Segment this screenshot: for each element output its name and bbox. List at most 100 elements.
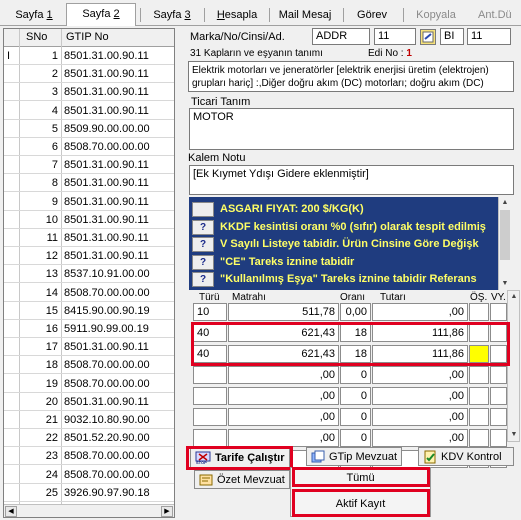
tariff-cell-tutari[interactable]: ,00 <box>372 387 468 405</box>
table-row[interactable]: 4 8501.31.00.90.11 <box>4 103 174 120</box>
table-row[interactable]: 15 8415.90.00.90.19 <box>4 303 174 320</box>
info-button[interactable]: ? <box>192 237 214 253</box>
marka-no-field[interactable]: 11 <box>374 28 416 45</box>
table-row[interactable]: 12 8501.31.00.90.11 <box>4 248 174 266</box>
tariff-cell-vy[interactable] <box>490 387 507 405</box>
tariff-cell-os[interactable] <box>469 408 489 426</box>
kalem-field[interactable]: [Ek Kıymet Ydışı Gidere eklenmiştir] <box>189 165 514 195</box>
tariff-cell-orani[interactable]: 0 <box>340 429 371 447</box>
table-row[interactable]: 21 9032.10.80.90.00 <box>4 412 174 429</box>
scroll-up-icon[interactable]: ▲ <box>499 197 511 209</box>
tariff-cell-turu[interactable] <box>193 366 227 384</box>
tariff-cell-matrahi[interactable]: 511,78 <box>228 303 339 321</box>
tariff-cell-turu[interactable] <box>193 408 227 426</box>
tariff-cell-vy[interactable] <box>490 303 507 321</box>
ozet-mevzuat-button[interactable]: Özet Mevzuat <box>194 470 290 489</box>
tab-hesapla[interactable]: Hesapla <box>212 6 262 24</box>
scroll-thumb[interactable] <box>500 210 510 260</box>
row-sno: 9 <box>51 195 58 208</box>
tariff-cell-tutari[interactable]: ,00 <box>372 429 468 447</box>
adet-field[interactable]: 11 <box>467 28 511 45</box>
info-button[interactable]: ? <box>192 219 214 235</box>
table-row[interactable]: I 1 8501.31.00.90.11 <box>4 48 174 65</box>
table-row[interactable]: 11 8501.31.00.90.11 <box>4 230 174 247</box>
tab-gorev[interactable]: Görev <box>352 6 392 24</box>
grid-col-sno[interactable]: SNo <box>26 31 47 43</box>
tariff-cell-orani[interactable]: 0 <box>340 387 371 405</box>
table-row[interactable]: 2 8501.31.00.90.11 <box>4 66 174 84</box>
table-row[interactable]: 16 5911.90.99.00.19 <box>4 321 174 338</box>
table-row[interactable]: 9 8501.31.00.90.11 <box>4 194 174 211</box>
table-row[interactable]: 25 3926.90.97.90.18 <box>4 485 174 502</box>
row-gtip: 8501.31.00.90.11 <box>64 159 149 172</box>
marka-field[interactable]: ADDR <box>312 28 370 45</box>
kap-text[interactable]: Elektrik motorları ve jeneratörler [elek… <box>188 61 514 92</box>
tariff-cell-turu[interactable] <box>193 387 227 405</box>
table-row[interactable]: 6 8508.70.00.00.00 <box>4 139 174 156</box>
warnings-scrollbar[interactable]: ▲ ▼ <box>498 197 511 290</box>
tab-sayfa-3[interactable]: Sayfa 3 <box>148 6 196 24</box>
info-button[interactable] <box>192 202 214 217</box>
info-button[interactable]: ? <box>192 272 214 288</box>
table-row[interactable]: 7 8501.31.00.90.11 <box>4 157 174 175</box>
tariff-cell-os[interactable] <box>469 387 489 405</box>
ticari-field[interactable]: MOTOR <box>189 108 514 150</box>
table-row[interactable]: 19 8508.70.00.00.00 <box>4 376 174 393</box>
tariff-cell-orani[interactable]: 0 <box>340 408 371 426</box>
table-row[interactable]: 14 8508.70.00.00.00 <box>4 285 174 302</box>
table-row[interactable]: 5 8509.90.00.00.00 <box>4 121 174 138</box>
table-row[interactable]: 18 8508.70.00.00.00 <box>4 357 174 375</box>
info-button[interactable]: ? <box>192 254 214 270</box>
tariff-cell-vy[interactable] <box>490 408 507 426</box>
tariff-cell-tutari[interactable]: ,00 <box>372 366 468 384</box>
lookup-icon[interactable] <box>420 29 436 45</box>
table-row[interactable]: 24 8508.70.00.00.00 <box>4 467 174 484</box>
tab-mail-mesaj[interactable]: Mail Mesaj <box>276 6 334 24</box>
row-sno: 10 <box>45 213 58 226</box>
tariff-cell-matrahi[interactable]: ,00 <box>228 366 339 384</box>
scroll-down-icon[interactable]: ▼ <box>508 429 520 441</box>
tariff-cell-os[interactable] <box>469 429 489 447</box>
tariff-scrollbar[interactable]: ▲ ▼ <box>507 290 520 442</box>
tariff-cell-matrahi[interactable]: ,00 <box>228 429 339 447</box>
tariff-cell-vy[interactable] <box>490 366 507 384</box>
tariff-cell-os[interactable] <box>469 366 489 384</box>
scroll-left-icon[interactable]: ◀ <box>5 506 17 517</box>
tariff-cell-orani[interactable]: 0 <box>340 366 371 384</box>
tariff-cell-turu[interactable]: 10 <box>193 303 227 321</box>
scroll-down-icon[interactable]: ▼ <box>499 278 511 290</box>
tab-sayfa-1[interactable]: Sayfa 1 <box>8 6 60 24</box>
row-sno: 14 <box>45 286 58 299</box>
table-row[interactable]: 10 8501.31.00.90.11 <box>4 212 174 229</box>
tab-sayfa-2[interactable]: Sayfa 2 <box>66 3 136 26</box>
scroll-right-icon[interactable]: ▶ <box>161 506 173 517</box>
kalem-label: Kalem Notu <box>188 152 246 164</box>
warning-text: V Sayılı Listeye tabidir. Ürün Cinsine G… <box>220 238 479 251</box>
scroll-up-icon[interactable]: ▲ <box>508 291 520 303</box>
table-row[interactable]: 17 8501.31.00.90.11 <box>4 339 174 357</box>
tariff-cell-orani[interactable]: 0,00 <box>340 303 371 321</box>
table-row[interactable]: 23 8508.70.00.00.00 <box>4 448 174 466</box>
table-row[interactable]: 20 8501.31.00.90.11 <box>4 394 174 411</box>
tariff-cell-matrahi[interactable]: ,00 <box>228 387 339 405</box>
tariff-cell-tutari[interactable]: ,00 <box>372 303 468 321</box>
table-row[interactable]: 22 8501.52.20.90.00 <box>4 430 174 448</box>
table-row[interactable]: 8 8501.31.00.90.11 <box>4 175 174 193</box>
grid-horizontal-scrollbar[interactable]: ◀ ▶ <box>4 504 174 517</box>
row-gtip: 8508.70.00.00.00 <box>64 377 150 390</box>
row-gtip: 8415.90.00.90.19 <box>64 304 150 317</box>
table-row[interactable]: 3 8501.31.00.90.11 <box>4 84 174 102</box>
gtip-mevzuat-button[interactable]: GTip Mevzuat <box>306 447 402 466</box>
tab-ant-du[interactable]: Ant.Dü <box>478 6 521 24</box>
cinsi-field[interactable]: BI <box>440 28 464 45</box>
table-row[interactable]: 13 8537.10.91.00.00 <box>4 266 174 284</box>
tariff-cell-vy[interactable] <box>490 429 507 447</box>
tariff-cell-turu[interactable] <box>193 429 227 447</box>
tab-kopyala[interactable]: Kopyala <box>412 6 460 24</box>
row-gtip: 8508.70.00.00.00 <box>64 286 150 299</box>
tariff-cell-matrahi[interactable]: ,00 <box>228 408 339 426</box>
grid-col-gtip[interactable]: GTIP No <box>66 31 109 43</box>
tariff-cell-os[interactable] <box>469 303 489 321</box>
tariff-cell-tutari[interactable]: ,00 <box>372 408 468 426</box>
kdv-kontrol-button[interactable]: KDV Kontrol <box>418 447 514 466</box>
